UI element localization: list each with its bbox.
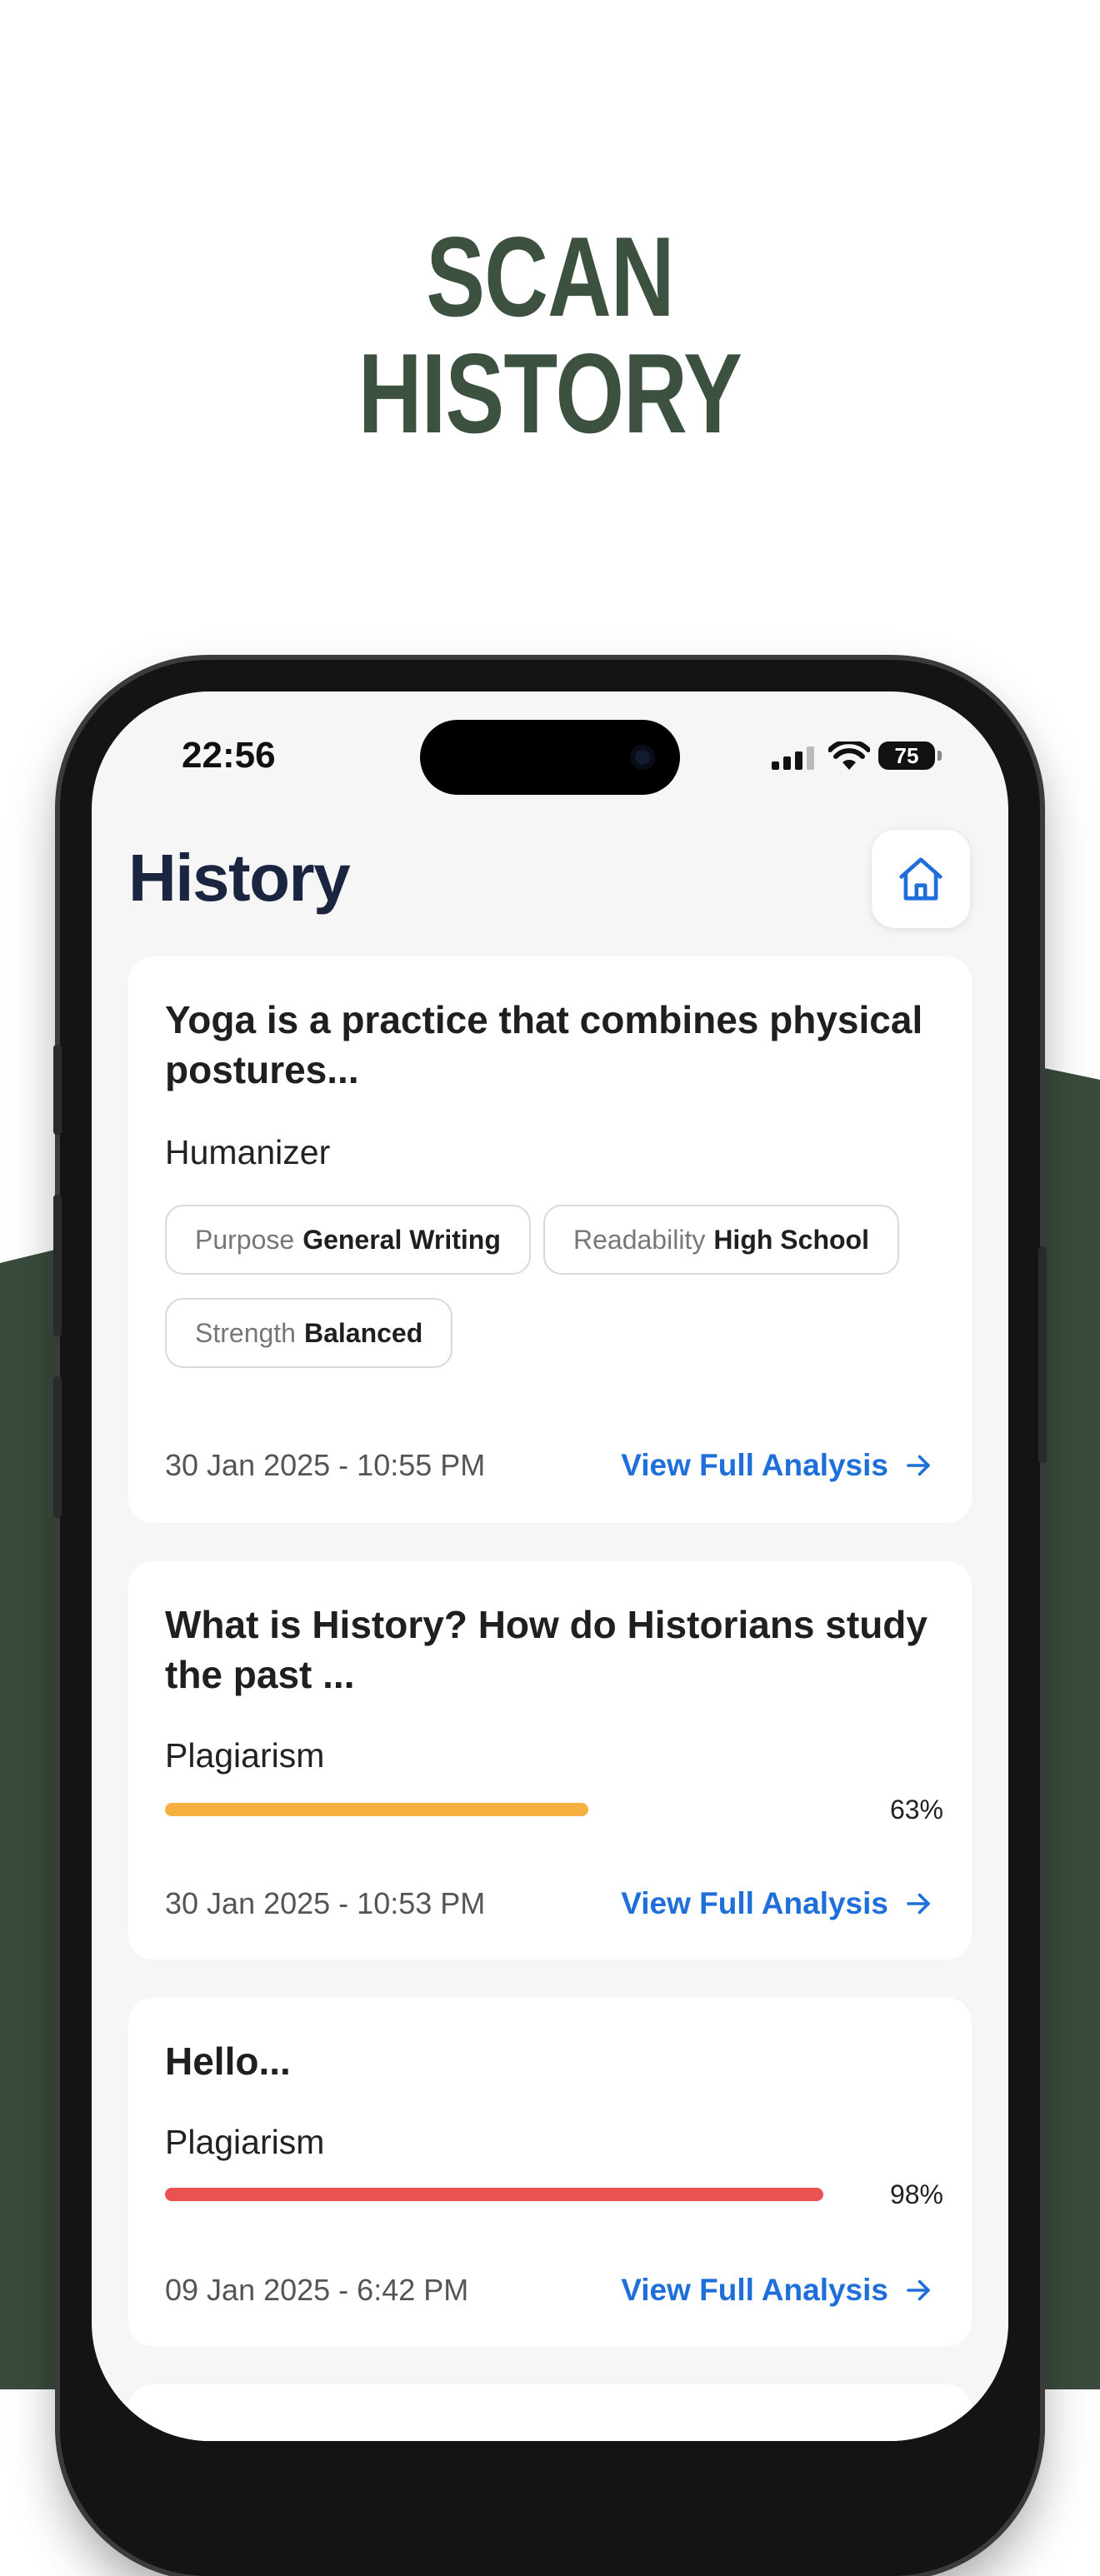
view-full-analysis-link[interactable]: View Full Analysis: [621, 1886, 933, 1921]
card-title: What is History? How do Historians study…: [165, 1603, 928, 1696]
dynamic-island: [420, 720, 680, 795]
view-full-analysis-link[interactable]: View Full Analysis: [621, 2273, 933, 2308]
chip-value: Balanced: [303, 1317, 423, 1348]
promo-line-1: SCAN: [426, 213, 674, 340]
wifi-icon: [828, 741, 870, 770]
power-button: [1038, 1246, 1047, 1463]
chip-label: Readability: [573, 1224, 706, 1255]
scan-date: 30 Jan 2025 - 10:53 PM: [165, 1886, 486, 1920]
status-time: 22:56: [182, 735, 276, 776]
view-full-analysis-link[interactable]: View Full Analysis: [621, 1448, 933, 1483]
link-label: View Full Analysis: [621, 1886, 888, 1920]
plagiarism-progress-bar: [165, 2188, 837, 2201]
chip-readability: Readability High School: [543, 1205, 899, 1275]
history-card[interactable]: Yoga is a practice that combines physica…: [128, 956, 972, 1523]
scan-type: Humanizer: [165, 1133, 331, 1171]
page-title: History: [128, 841, 351, 915]
app-screen: 22:56 75 History Yoga is a practice that…: [92, 691, 1008, 2441]
camera-icon: [630, 745, 655, 770]
status-bar: 22:56 75: [92, 691, 1008, 795]
card-title: Yoga is a practice that combines physica…: [165, 998, 923, 1091]
plagiarism-percent: 98%: [889, 2179, 943, 2209]
progress-fill: [165, 1803, 588, 1816]
history-card[interactable]: What is History? How do Historians study…: [128, 1561, 972, 1959]
card-title: Hello...: [165, 2039, 291, 2083]
scan-date: 09 Jan 2025 - 6:42 PM: [165, 2273, 469, 2307]
volume-down-button: [53, 1376, 62, 1518]
chip-strength: Strength Balanced: [165, 1298, 453, 1368]
chip-purpose: Purpose General Writing: [165, 1205, 531, 1275]
history-card[interactable]: Hello... Plagiarism 98% 09 Jan 2025 - 6:…: [128, 1998, 972, 2346]
chip-value: General Writing: [302, 1224, 501, 1255]
volume-up-button: [53, 1195, 62, 1336]
action-button: [53, 1045, 62, 1135]
scan-type: Plagiarism: [165, 2123, 325, 2161]
plagiarism-progress-bar: [165, 1803, 837, 1816]
chip-label: Purpose: [195, 1224, 295, 1255]
home-icon: [899, 857, 942, 901]
chip-label: Strength: [195, 1317, 296, 1348]
progress-fill: [165, 2188, 823, 2201]
link-label: View Full Analysis: [621, 1448, 888, 1482]
plagiarism-percent: 63%: [889, 1795, 943, 1825]
promo-line-2: HISTORY: [358, 330, 742, 457]
history-card-partial[interactable]: [128, 2384, 972, 2441]
arrow-right-icon: [907, 1455, 930, 1476]
battery-indicator: 75: [878, 741, 942, 770]
scan-date: 30 Jan 2025 - 10:55 PM: [165, 1448, 486, 1482]
cellular-signal-icon: [772, 746, 818, 770]
arrow-right-icon: [907, 2279, 930, 2301]
link-label: View Full Analysis: [621, 2273, 888, 2307]
home-button[interactable]: [872, 830, 970, 928]
scan-type: Plagiarism: [165, 1736, 325, 1775]
chip-value: High School: [713, 1224, 869, 1255]
promo-headline: SCAN HISTORY: [121, 218, 979, 452]
arrow-right-icon: [907, 1893, 930, 1915]
